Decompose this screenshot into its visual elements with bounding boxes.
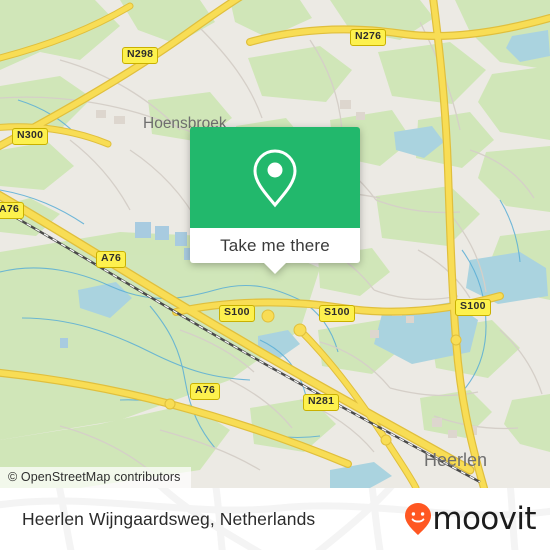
road-shield: A76 [190,383,221,400]
svg-text:Heerlen: Heerlen [424,450,487,470]
card-action-area[interactable]: Take me there [190,228,360,274]
card-icon-area [190,127,360,228]
location-title: Heerlen Wijngaardsweg, Netherlands [22,508,316,529]
road-shield: N276 [350,29,387,46]
take-me-there-card[interactable]: Take me there [190,127,360,274]
moovit-wordmark: moovit [432,500,536,537]
location-pin-icon [253,148,297,207]
road-shield: A76 [96,251,127,268]
road-shield: A76 [0,202,25,219]
road-shield: N300 [12,128,49,145]
road-shield: N281 [303,394,340,411]
card-pointer-tail [264,263,286,274]
road-shield: S100 [455,299,491,316]
take-me-there-label: Take me there [220,236,330,255]
osm-attribution[interactable]: © OpenStreetMap contributors [0,467,191,488]
footer-bar: Heerlen Wijngaardsweg, Netherlands moovi… [0,488,550,550]
road-shield: S100 [219,305,255,322]
moovit-logo[interactable]: moovit [403,500,537,537]
road-shield: N298 [122,47,159,64]
moovit-map-page: Hoensbroek Heerlen N298 N276 N300 A76 A76 S10… [0,0,550,550]
moovit-smiley-pin-icon [405,503,432,535]
road-shield: S100 [319,305,355,322]
